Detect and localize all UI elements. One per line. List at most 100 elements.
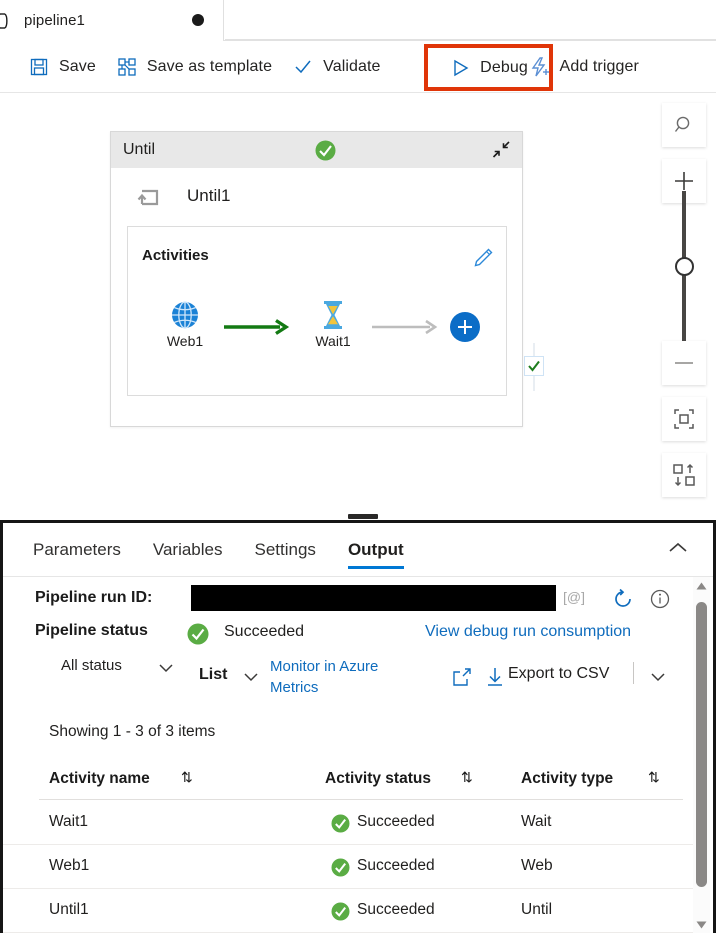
tab-strip: pipeline1 — [0, 0, 716, 41]
activity-label-wait1: Wait1 — [315, 333, 351, 349]
showing-count-text: Showing 1 - 3 of 3 items — [49, 723, 216, 740]
view-debug-run-consumption-link[interactable]: View debug run consumption — [425, 623, 631, 641]
zoom-slider[interactable] — [662, 191, 706, 341]
hourglass-icon — [298, 297, 368, 333]
chevron-down-icon — [156, 660, 176, 680]
run-info-section: Pipeline run ID: [@] Pipeline status Suc… — [3, 577, 713, 652]
until-edge-status-badge — [524, 356, 544, 376]
tab-settings-label: Settings — [254, 539, 316, 559]
info-icon[interactable] — [649, 588, 671, 615]
add-activity-button[interactable] — [450, 312, 480, 342]
table-header-row: Activity name ⇅ Activity status ⇅ Activi… — [3, 759, 703, 801]
output-toolbar: All status List Monitor in Azure Metrics — [3, 652, 713, 710]
status-filter-dropdown[interactable]: All status — [61, 656, 173, 676]
tab-settings[interactable]: Settings — [255, 523, 316, 577]
connector-wait1-to-add — [370, 315, 446, 344]
tab-pipeline1[interactable]: pipeline1 — [0, 0, 224, 41]
activity-node-wait1[interactable]: Wait1 — [298, 297, 368, 351]
cell-activity-name: Web1 — [49, 857, 90, 874]
tab-output[interactable]: Output — [347, 523, 404, 577]
save-as-template-label: Save as template — [146, 57, 273, 75]
open-in-new-icon[interactable] — [451, 666, 473, 693]
scroll-up-icon[interactable] — [693, 577, 710, 594]
cell-activity-status: Succeeded — [357, 901, 435, 918]
scroll-down-icon[interactable] — [693, 916, 710, 933]
pipeline-icon — [0, 12, 16, 30]
debug-button[interactable]: Debug — [449, 50, 528, 86]
activity-flow-row: Web1 Wait1 — [128, 297, 508, 377]
splitter-grip[interactable] — [348, 514, 378, 519]
check-icon — [292, 56, 314, 78]
cell-activity-type: Until — [521, 901, 553, 918]
search-icon[interactable] — [662, 103, 706, 147]
tab-output-label: Output — [347, 539, 404, 559]
canvas-zoom-toolbar — [662, 103, 706, 509]
column-header-activity-status-label: Activity status — [325, 770, 431, 787]
adf-pipeline-editor: pipeline1 Save Save as template Validate… — [0, 0, 716, 933]
save-disk-icon — [28, 56, 50, 78]
until-activity-container[interactable]: Until Until1 Activities Web1 Wait1 — [110, 131, 523, 427]
until1-node[interactable]: Until1 — [133, 180, 230, 212]
pipeline-run-id-value — [191, 585, 556, 611]
until-container-header: Until — [111, 132, 522, 168]
tab-parameters-label: Parameters — [33, 539, 121, 559]
table-row[interactable]: Until1 Succeeded Until — [3, 889, 703, 933]
zoom-out-icon[interactable] — [662, 341, 706, 385]
download-icon[interactable] — [485, 666, 505, 693]
scrollbar-thumb[interactable] — [696, 602, 707, 887]
success-check-icon — [187, 623, 209, 650]
monitor-in-azure-metrics-link[interactable]: Monitor in Azure Metrics — [270, 656, 402, 698]
tab-variables[interactable]: Variables — [153, 523, 223, 577]
until-container-body: Until1 Activities Web1 Wait1 — [111, 168, 522, 426]
collapse-icon[interactable] — [490, 140, 512, 165]
tab-label: pipeline1 — [24, 12, 85, 29]
zoom-slider-thumb[interactable] — [675, 257, 694, 276]
until1-node-label: Until1 — [187, 186, 231, 205]
table-row[interactable]: Wait1 Succeeded Wait — [3, 801, 703, 845]
success-check-icon — [331, 814, 350, 838]
pipeline-status-value: Succeeded — [224, 623, 305, 640]
output-panel-tabs: Parameters Variables Settings Output — [3, 523, 713, 577]
chevron-down-icon[interactable] — [648, 670, 668, 688]
validate-button[interactable]: Validate — [292, 49, 380, 85]
column-header-activity-type-label: Activity type — [521, 770, 614, 787]
activity-node-web1[interactable]: Web1 — [150, 297, 220, 351]
activities-label: Activities — [142, 247, 209, 264]
success-check-icon — [331, 858, 350, 882]
unsaved-dot-icon — [192, 14, 204, 26]
cell-activity-name: Wait1 — [49, 813, 89, 830]
output-panel: Parameters Variables Settings Output Pip… — [0, 520, 716, 933]
save-as-template-button[interactable]: Save as template — [116, 49, 272, 85]
tab-strip-empty-area — [225, 0, 716, 40]
tab-parameters[interactable]: Parameters — [33, 523, 121, 577]
fit-to-screen-icon[interactable] — [662, 397, 706, 441]
validate-label: Validate — [323, 57, 381, 75]
pipeline-run-id-label: Pipeline run ID: — [35, 589, 153, 606]
column-header-activity-type[interactable]: Activity type ⇅ — [521, 769, 660, 788]
sort-icon: ⇅ — [461, 769, 473, 785]
refresh-icon[interactable] — [611, 587, 635, 616]
pipeline-status-label: Pipeline status — [35, 622, 148, 639]
output-panel-scrollbar[interactable] — [693, 577, 710, 933]
connector-web1-to-wait1 — [222, 315, 294, 344]
template-icon — [116, 56, 138, 78]
until-loop-icon — [133, 180, 165, 212]
tab-variables-label: Variables — [152, 539, 223, 559]
chevron-up-icon[interactable] — [667, 541, 689, 560]
add-trigger-label: Add trigger — [559, 57, 639, 75]
sort-icon: ⇅ — [648, 769, 660, 785]
cell-activity-type: Web — [521, 857, 553, 874]
export-to-csv-button[interactable]: Export to CSV — [508, 665, 609, 683]
activities-box: Activities Web1 Wait1 — [127, 226, 507, 396]
save-button[interactable]: Save — [28, 49, 96, 85]
auto-layout-icon[interactable] — [662, 453, 706, 497]
column-header-activity-name[interactable]: Activity name ⇅ — [49, 769, 193, 788]
pipeline-canvas[interactable]: Until Until1 Activities Web1 Wait1 — [0, 93, 716, 514]
view-mode-dropdown[interactable]: List — [199, 666, 258, 684]
table-row[interactable]: Web1 Succeeded Web — [3, 845, 703, 889]
at-copy-icon[interactable]: [@] — [563, 589, 585, 605]
debug-label: Debug — [480, 58, 528, 76]
toolbar-divider — [633, 662, 634, 684]
column-header-activity-status[interactable]: Activity status ⇅ — [325, 769, 473, 788]
pencil-icon[interactable] — [472, 247, 494, 274]
